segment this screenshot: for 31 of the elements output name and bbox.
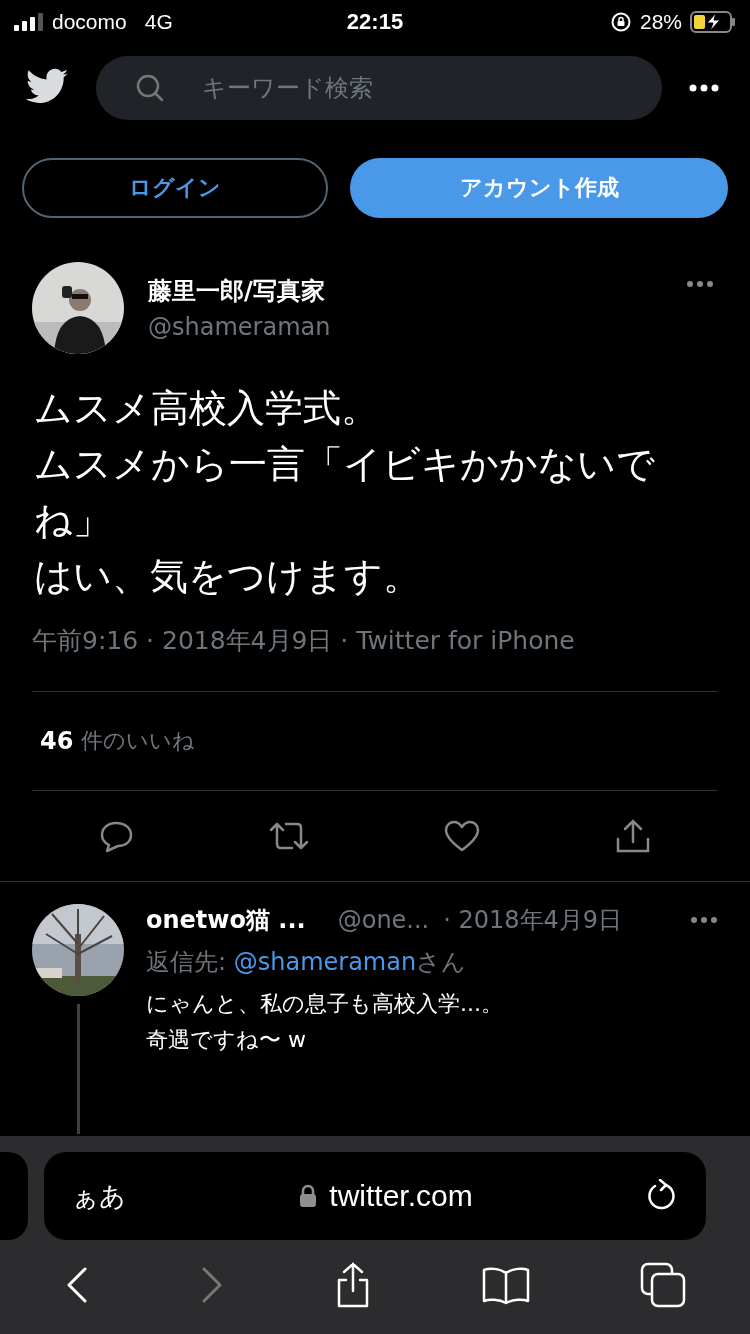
url-text: twitter.com: [329, 1179, 473, 1213]
carrier-name: docomo: [52, 10, 127, 34]
book-icon[interactable]: [481, 1265, 532, 1305]
reply-to-line: 返信先: @shameramanさん: [146, 947, 468, 978]
reply-text: にゃんと、私の息子も高校入学...。 奇遇ですね〜 w: [146, 990, 504, 1054]
user-handle: @shameraman: [148, 313, 332, 341]
address-bar[interactable]: ぁあ twitter.com: [44, 1152, 706, 1240]
clock-time: 22:15: [346, 9, 404, 35]
user-handle: @one...: [337, 906, 430, 934]
likes-label: 件のいいね: [81, 727, 196, 755]
tweet-timestamp: 午前9:16 · 2018年4月9日 · Twitter for iPhone: [32, 625, 576, 657]
more-icon[interactable]: [686, 280, 714, 288]
rotation-lock-icon: [609, 11, 632, 33]
lock-icon: [299, 1184, 318, 1208]
battery-percent: 28%: [639, 10, 682, 34]
display-name: onetwo猫 ...: [146, 905, 306, 936]
search-field[interactable]: キーワード検索: [96, 56, 662, 120]
text-size-button[interactable]: ぁあ: [72, 1178, 126, 1214]
reply-date: · 2018年4月9日: [443, 905, 623, 936]
login-button[interactable]: ログイン: [22, 158, 328, 218]
tweet-text: ムスメ高校入学式。 ムスメから一言「イビキかかないでね」 はい、気をつけます。: [34, 385, 656, 600]
search-icon: [134, 72, 166, 104]
more-icon[interactable]: [688, 83, 720, 93]
network-type: 4G: [144, 10, 173, 34]
more-icon[interactable]: [690, 916, 718, 924]
like-count: 46: [40, 727, 74, 755]
mention-link[interactable]: @shameraman: [233, 948, 417, 976]
display-name: 藤里一郎/写真家: [148, 276, 326, 307]
heart-icon[interactable]: [442, 819, 481, 853]
signal-icon: [14, 13, 44, 31]
tabs-icon[interactable]: [639, 1262, 686, 1308]
